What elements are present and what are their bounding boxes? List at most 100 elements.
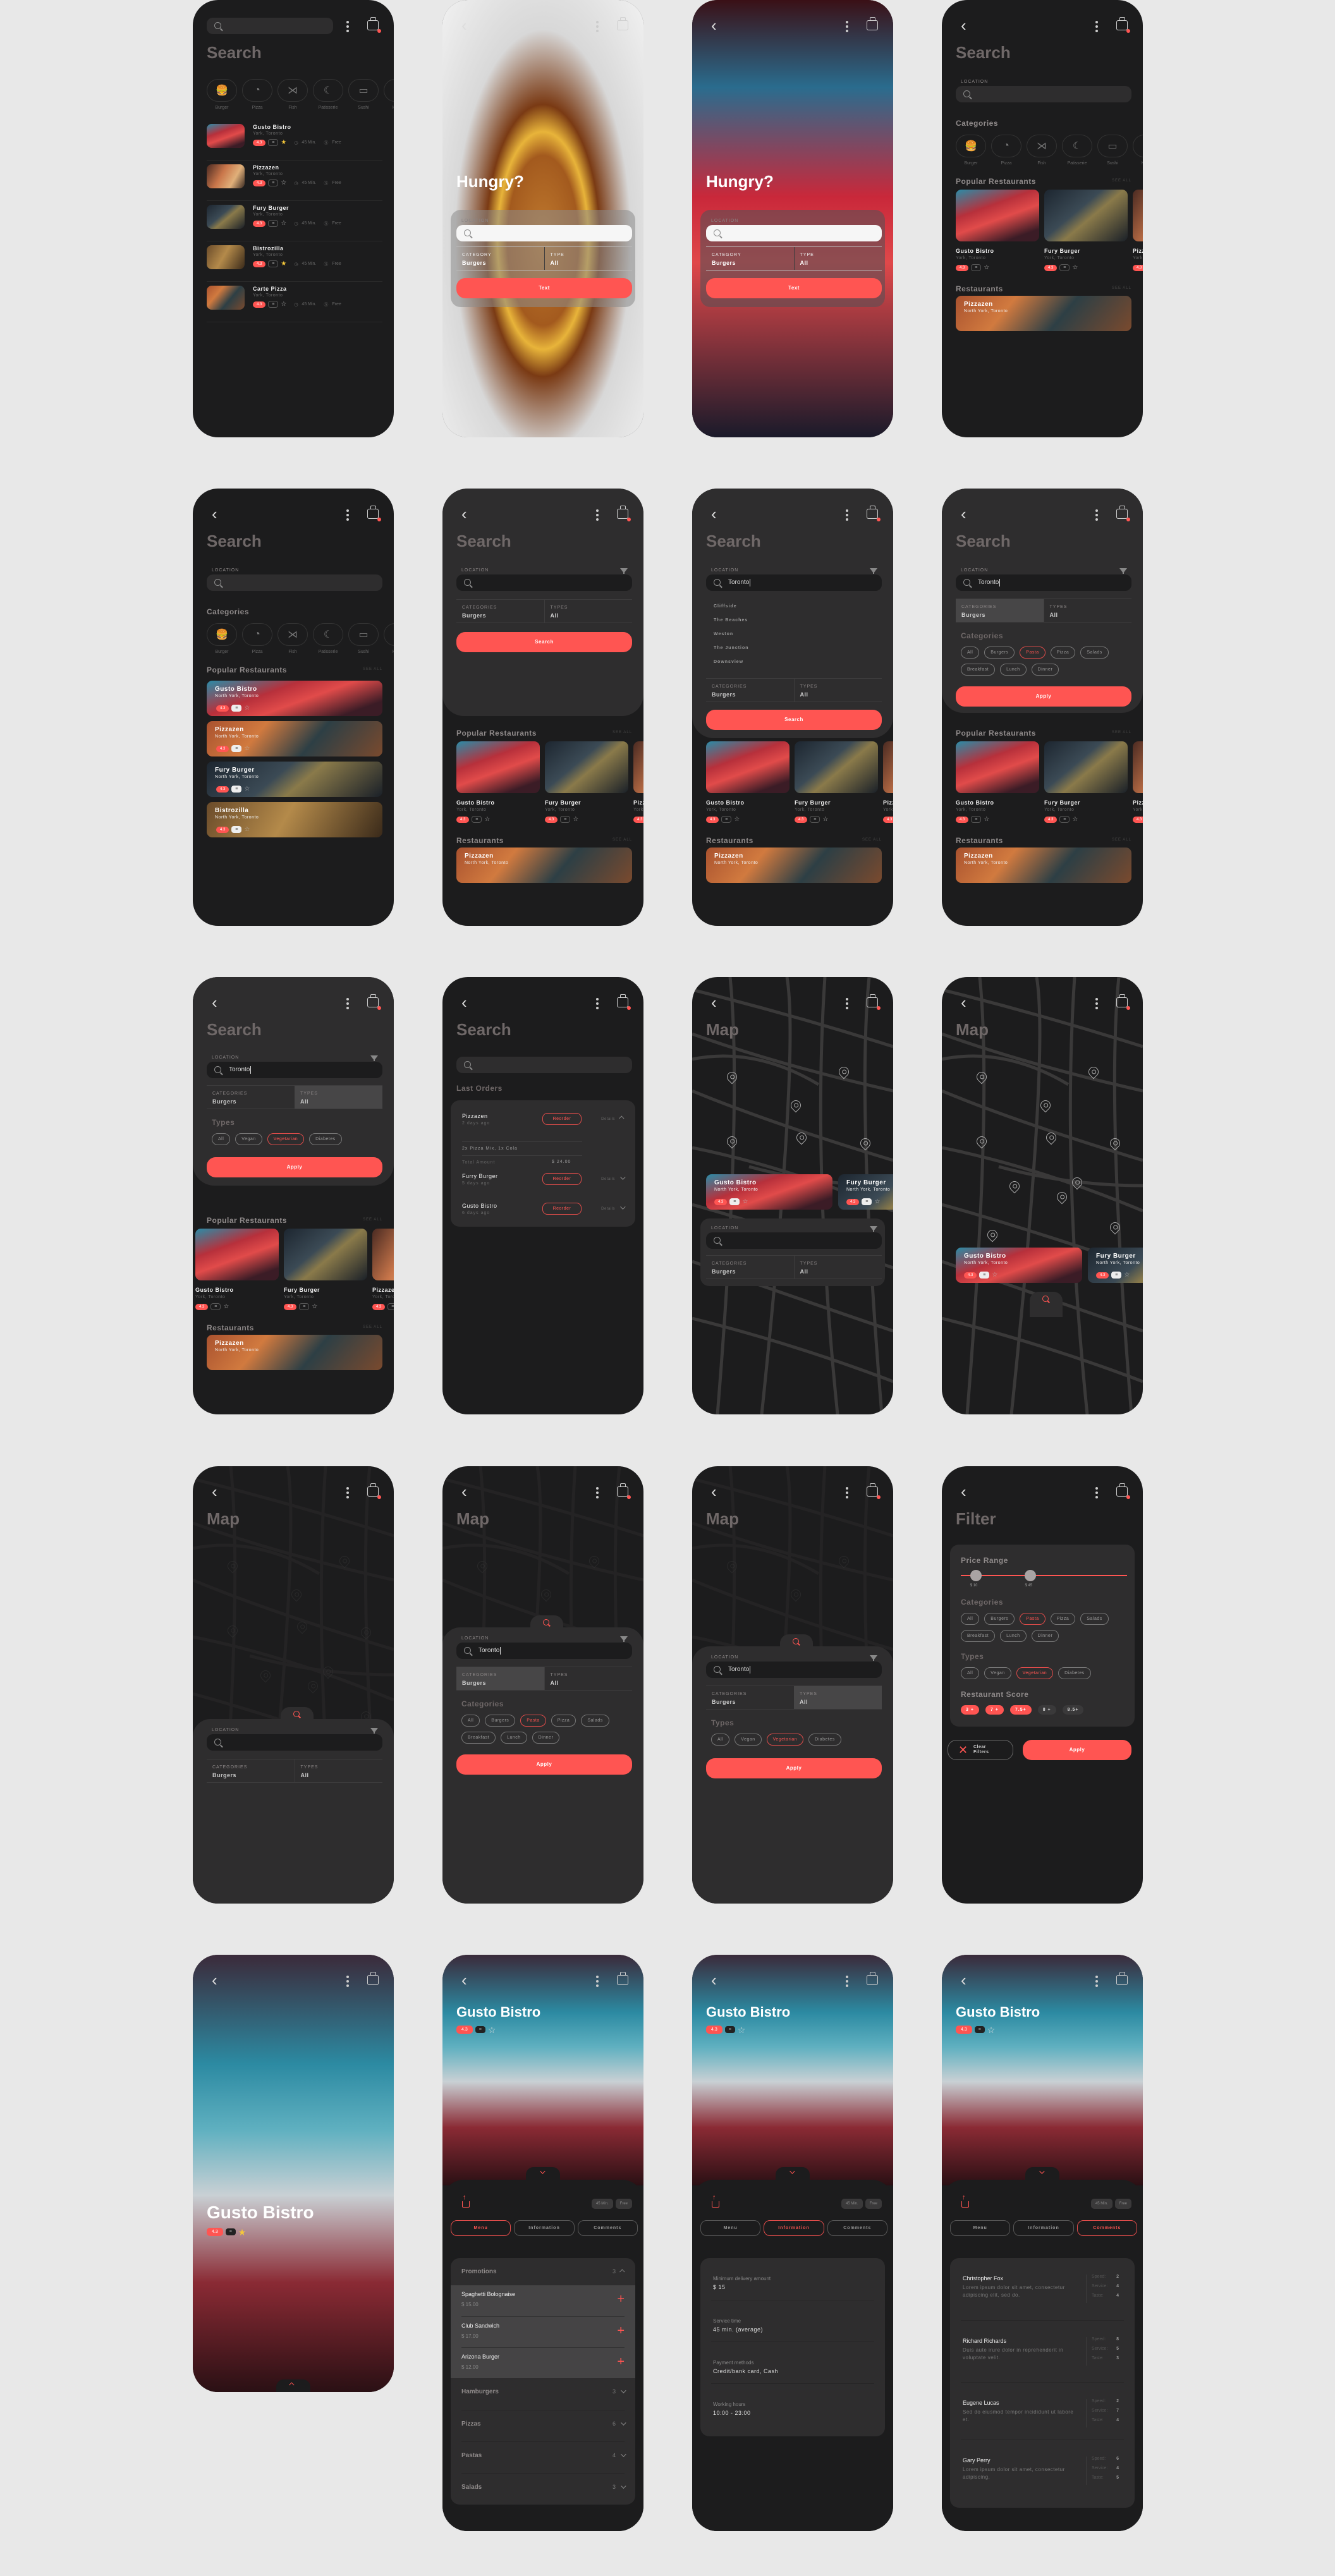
- more-options-icon[interactable]: [845, 997, 849, 1010]
- filter-chip[interactable]: Dinner: [1031, 1630, 1059, 1642]
- restaurant-card[interactable]: Pizzazen North York, Toronto: [456, 848, 632, 883]
- back-icon[interactable]: ‹: [461, 1483, 474, 1500]
- more-options-icon[interactable]: [346, 997, 350, 1010]
- more-options-icon[interactable]: [845, 509, 849, 521]
- filter-chip[interactable]: Vegan: [984, 1667, 1011, 1679]
- favorite-star-icon[interactable]: ☆: [488, 2026, 496, 2034]
- shopping-bag-icon[interactable]: [617, 1483, 631, 1499]
- see-all-popular-link[interactable]: SEE ALL: [613, 731, 632, 734]
- tab-information[interactable]: Information: [514, 2220, 575, 2236]
- favorite-star-icon[interactable]: ☆: [734, 816, 740, 823]
- category-item[interactable]: 🍔 Burger: [956, 135, 986, 173]
- favorite-star-icon[interactable]: ☆: [244, 786, 250, 793]
- favorite-star-icon[interactable]: ☆: [484, 816, 490, 823]
- popular-card[interactable]: Fury Burger York, Toronto 4.3 ≡ ☆: [1044, 190, 1128, 271]
- category-item[interactable]: ◔ Pizza: [242, 623, 272, 661]
- more-options-icon[interactable]: [1095, 20, 1099, 33]
- menu-section-header[interactable]: Hamburgers 3: [451, 2378, 635, 2405]
- favorite-star-icon[interactable]: ☆: [742, 1198, 748, 1205]
- favorite-star-icon[interactable]: ☆: [987, 2026, 996, 2034]
- favorite-star-icon[interactable]: ☆: [312, 1303, 317, 1310]
- map-restaurant-card[interactable]: Gusto Bistro North York, Toronto 4.3 ≡ ☆: [706, 1174, 832, 1210]
- shopping-bag-icon[interactable]: [1116, 994, 1130, 1010]
- favorite-star-icon[interactable]: ☆: [244, 826, 250, 833]
- back-icon[interactable]: ‹: [212, 1483, 224, 1500]
- score-chip[interactable]: 8 +: [1037, 1705, 1056, 1715]
- favorite-star-icon[interactable]: ☆: [984, 264, 989, 271]
- location-suggestion[interactable]: The Beaches: [714, 618, 748, 623]
- filter-chip[interactable]: Salads: [1080, 647, 1109, 659]
- favorite-star-icon[interactable]: ☆: [281, 179, 286, 186]
- back-icon[interactable]: ‹: [711, 1483, 724, 1500]
- search-button[interactable]: Search: [706, 710, 882, 730]
- category-dropdown[interactable]: CATEGORY Burgers: [456, 247, 544, 270]
- favorite-star-icon[interactable]: ☆: [1124, 1272, 1130, 1279]
- shopping-bag-icon[interactable]: [867, 1972, 878, 1985]
- category-dropdown[interactable]: CATEGORIES Burgers: [207, 1086, 295, 1109]
- restaurant-card[interactable]: Pizzazen North York, Toronto: [956, 848, 1131, 883]
- type-dropdown[interactable]: TYPES All: [793, 1256, 882, 1279]
- menu-section-header[interactable]: Promotions 3: [451, 2258, 635, 2285]
- shopping-bag-icon[interactable]: [1116, 1972, 1128, 1985]
- category-item[interactable]: 🍔 Burger: [207, 623, 237, 661]
- favorite-star-icon[interactable]: ☆: [281, 301, 286, 308]
- popular-card[interactable]: Fury Burger York, Toronto 4.3 ≡ ☆: [545, 741, 628, 823]
- add-item-icon[interactable]: +: [617, 2324, 625, 2337]
- restaurant-list-item[interactable]: Gusto Bistro York, Toronto 4.3 ≡ ★ ◷ 45 Min. Ⓢ F…: [207, 124, 382, 161]
- add-item-icon[interactable]: +: [617, 2355, 625, 2368]
- map-canvas[interactable]: [942, 977, 1143, 1414]
- filter-chip[interactable]: All: [961, 647, 980, 659]
- filter-chip[interactable]: Salads: [1080, 1613, 1109, 1625]
- more-options-icon[interactable]: [845, 1486, 849, 1499]
- filter-chip[interactable]: Diabetes: [309, 1133, 342, 1145]
- menu-section-header[interactable]: Salads 3: [461, 2473, 626, 2500]
- favorite-star-icon[interactable]: ☆: [874, 1198, 880, 1205]
- share-icon[interactable]: [712, 2194, 719, 2208]
- details-toggle[interactable]: Details: [601, 1204, 626, 1211]
- filter-icon[interactable]: [620, 568, 628, 574]
- popular-card[interactable]: Fury Burger York, Toronto 4.3 ≡ ☆: [284, 1229, 367, 1310]
- search-button[interactable]: Search: [456, 632, 632, 652]
- share-icon[interactable]: [961, 2194, 969, 2208]
- shopping-bag-icon[interactable]: [367, 17, 381, 33]
- back-icon[interactable]: ‹: [212, 994, 224, 1011]
- category-item[interactable]: ⟋ Kebab: [384, 623, 394, 661]
- category-item[interactable]: ▭ Sushi: [348, 79, 379, 117]
- submit-button[interactable]: Text: [456, 278, 632, 298]
- back-icon[interactable]: ‹: [711, 506, 724, 523]
- filter-chip[interactable]: Breakfast: [961, 1630, 996, 1642]
- more-options-icon[interactable]: [346, 509, 350, 521]
- back-icon[interactable]: ‹: [711, 994, 724, 1011]
- category-item[interactable]: ☾ Patisserie: [313, 79, 343, 117]
- popular-card[interactable]: Gusto Bistro York, Toronto 4.3 ≡ ☆: [956, 741, 1039, 823]
- category-item[interactable]: ☾ Patisserie: [1062, 135, 1092, 173]
- favorite-star-icon[interactable]: ☆: [984, 816, 989, 823]
- apply-button[interactable]: Apply: [207, 1157, 382, 1177]
- score-chip[interactable]: 7.5+: [1009, 1705, 1032, 1715]
- popular-card[interactable]: Pizzazen York, Toronto 4.3≡☆: [883, 741, 893, 823]
- clear-filters-button[interactable]: ✕ Clear Filters: [948, 1740, 1013, 1760]
- category-item[interactable]: ⋊ Fish: [277, 623, 308, 661]
- category-dropdown[interactable]: CATEGORY Burgers: [706, 247, 794, 270]
- popular-card[interactable]: Gusto Bistro York, Toronto 4.3 ≡ ☆: [706, 741, 789, 823]
- shopping-bag-icon[interactable]: [617, 506, 631, 521]
- popular-card[interactable]: Pizzazen York, Toronto 4.3≡☆: [1133, 190, 1143, 271]
- filter-chip[interactable]: All: [961, 1667, 980, 1679]
- score-chip[interactable]: 7 +: [985, 1705, 1004, 1715]
- filter-chip[interactable]: Vegan: [235, 1133, 262, 1145]
- favorite-star-icon[interactable]: ★: [281, 139, 286, 146]
- see-all-popular-link[interactable]: SEE ALL: [1112, 731, 1131, 734]
- type-dropdown[interactable]: TYPE All: [544, 247, 633, 270]
- share-icon[interactable]: [462, 2194, 470, 2208]
- more-options-icon[interactable]: [346, 20, 350, 33]
- back-icon[interactable]: ‹: [961, 1483, 973, 1500]
- tab-comments[interactable]: Comments: [827, 2220, 887, 2236]
- more-options-icon[interactable]: [595, 509, 599, 521]
- category-item[interactable]: ◔ Pizza: [991, 135, 1021, 173]
- favorite-star-icon[interactable]: ☆: [1072, 816, 1078, 823]
- shopping-bag-icon[interactable]: [617, 17, 628, 30]
- location-input[interactable]: [706, 1232, 882, 1249]
- back-icon[interactable]: ‹: [711, 17, 724, 34]
- back-icon[interactable]: ‹: [461, 17, 474, 34]
- filter-icon[interactable]: [620, 1636, 628, 1642]
